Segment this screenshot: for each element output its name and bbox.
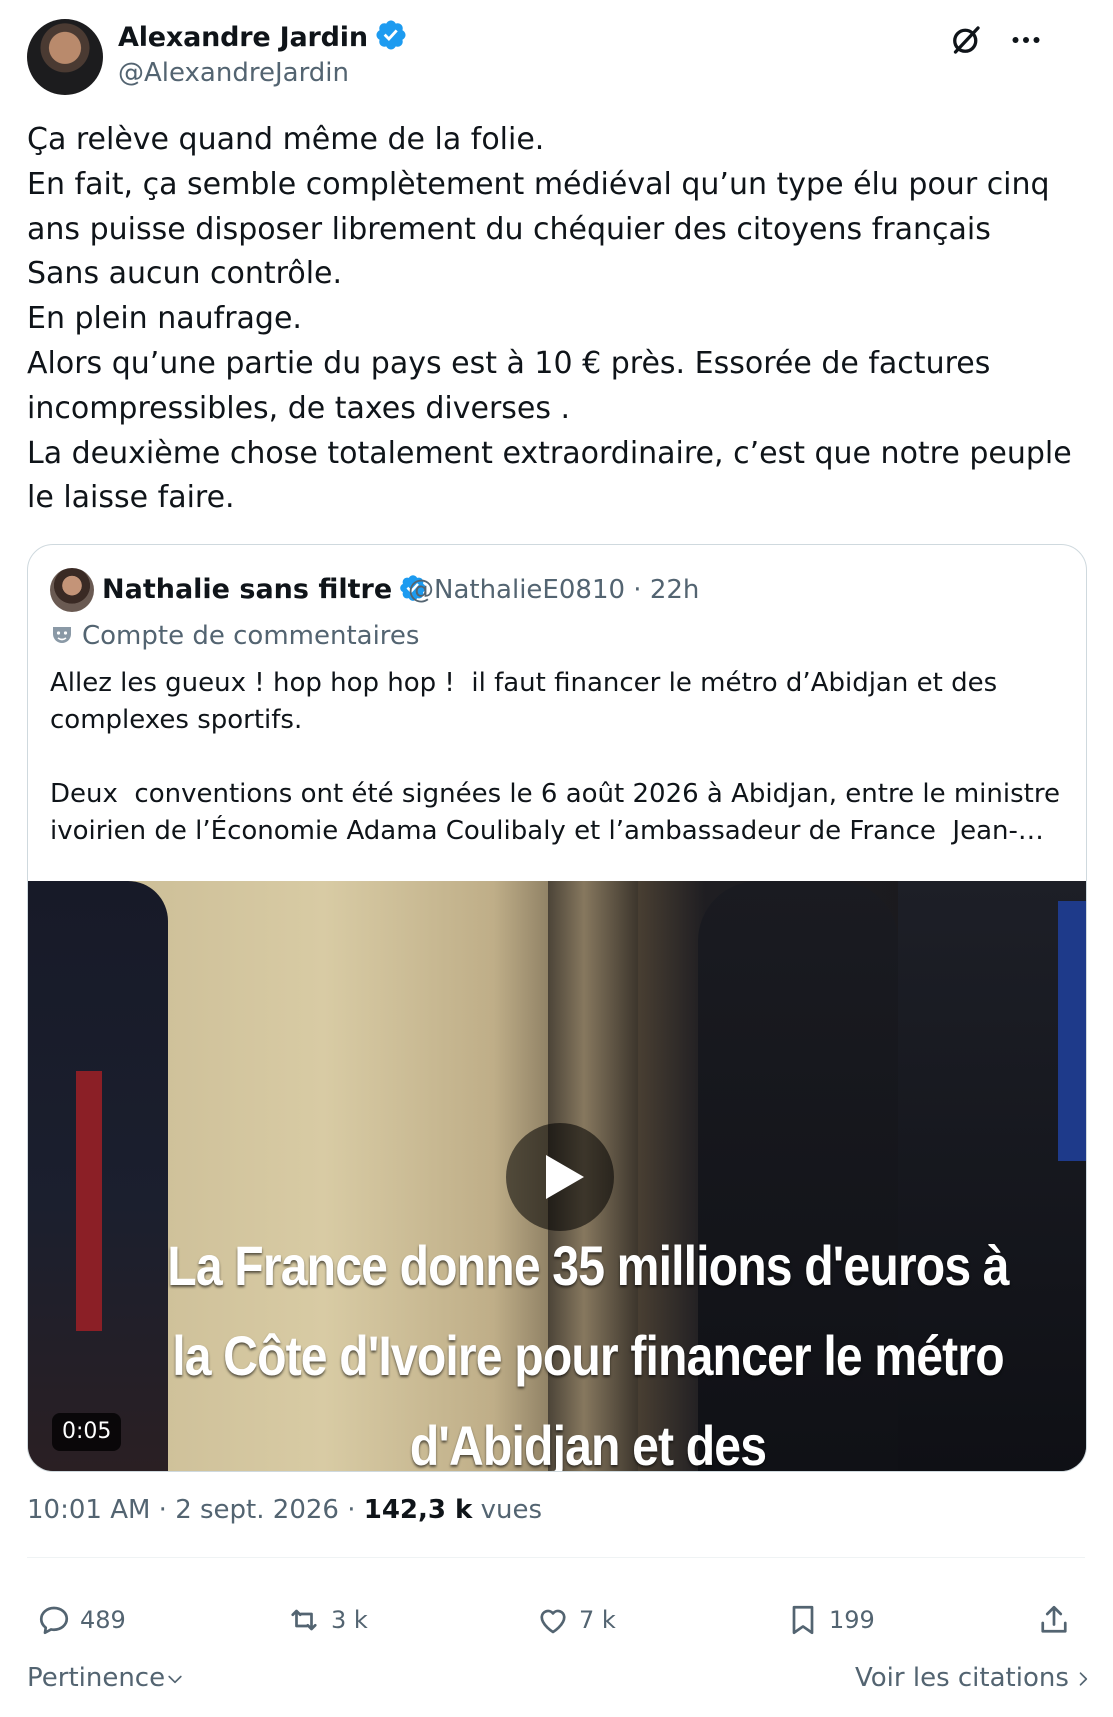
- repost-count: 3 k: [331, 1606, 368, 1634]
- like-count: 7 k: [579, 1606, 616, 1634]
- play-button[interactable]: [506, 1123, 614, 1231]
- video-caption: La France donne 35 millions d'euros à la…: [167, 1234, 1009, 1471]
- quoted-tweet[interactable]: Nathalie sans filtre @NathalieE0810 · 22…: [27, 544, 1087, 1472]
- video-thumbnail[interactable]: La France donne 35 millions d'euros à la…: [28, 881, 1086, 1471]
- like-icon: [540, 1609, 566, 1634]
- view-quotes-link[interactable]: Voir les citations: [855, 1663, 1093, 1693]
- author-handle[interactable]: @AlexandreJardin: [118, 58, 349, 88]
- share-icon: [1041, 1605, 1067, 1633]
- views-count: 142,3 k: [363, 1495, 473, 1525]
- quote-account-label: Compte de commentaires: [50, 621, 419, 651]
- sort-label: Pertinence: [27, 1663, 166, 1693]
- tweet-meta: 10:01 AM · 2 sept. 2026 · 142,3 k vues: [27, 1495, 542, 1525]
- quote-handle-row: @NathalieE0810 · 22h: [408, 575, 699, 605]
- mask-icon: [53, 627, 71, 643]
- video-scene-stripe: [76, 1071, 102, 1331]
- quote-account-type: Compte de commentaires: [82, 621, 420, 651]
- video-duration: 0:05: [52, 1413, 122, 1451]
- reply-icon: [39, 1606, 69, 1635]
- like-button[interactable]: 7 k: [535, 1600, 616, 1640]
- more-icon[interactable]: [1008, 22, 1044, 58]
- author-name[interactable]: Alexandre Jardin: [118, 22, 368, 53]
- verified-icon: [376, 20, 406, 50]
- quote-name-row[interactable]: Nathalie sans filtre: [102, 573, 428, 605]
- tweet-text: Ça relève quand même de la folie. En fai…: [27, 122, 1072, 516]
- tweet-time[interactable]: 10:01 AM · 2 sept. 2026 ·: [27, 1495, 364, 1525]
- chevron-right-icon: [1079, 1672, 1088, 1686]
- reply-button[interactable]: 489: [36, 1600, 126, 1640]
- video-scene-flag: [1058, 901, 1086, 1161]
- bookmark-icon: [792, 1605, 814, 1635]
- author-avatar[interactable]: [27, 19, 103, 95]
- view-quotes-label: Voir les citations: [855, 1663, 1069, 1693]
- repost-icon: [291, 1609, 317, 1631]
- chevron-down-icon: [168, 1675, 182, 1684]
- share-button[interactable]: [1036, 1600, 1080, 1640]
- grok-icon[interactable]: [948, 22, 984, 58]
- repost-button[interactable]: 3 k: [285, 1600, 368, 1640]
- quote-text: Allez les gueux ! hop hop hop ! il faut …: [50, 668, 1060, 846]
- sort-dropdown[interactable]: Pertinence: [27, 1663, 185, 1693]
- divider: [27, 1557, 1085, 1558]
- bookmark-count: 199: [829, 1606, 875, 1634]
- quote-handle[interactable]: @NathalieE0810: [408, 575, 625, 605]
- bookmark-button[interactable]: 199: [785, 1600, 875, 1640]
- quote-avatar[interactable]: [50, 568, 94, 612]
- quote-time[interactable]: · 22h: [633, 575, 699, 605]
- quote-author-name[interactable]: Nathalie sans filtre: [102, 574, 392, 605]
- play-icon: [546, 1155, 584, 1199]
- views-label: vues: [472, 1495, 543, 1525]
- reply-count: 489: [80, 1606, 126, 1634]
- author-name-row[interactable]: Alexandre Jardin: [118, 18, 408, 53]
